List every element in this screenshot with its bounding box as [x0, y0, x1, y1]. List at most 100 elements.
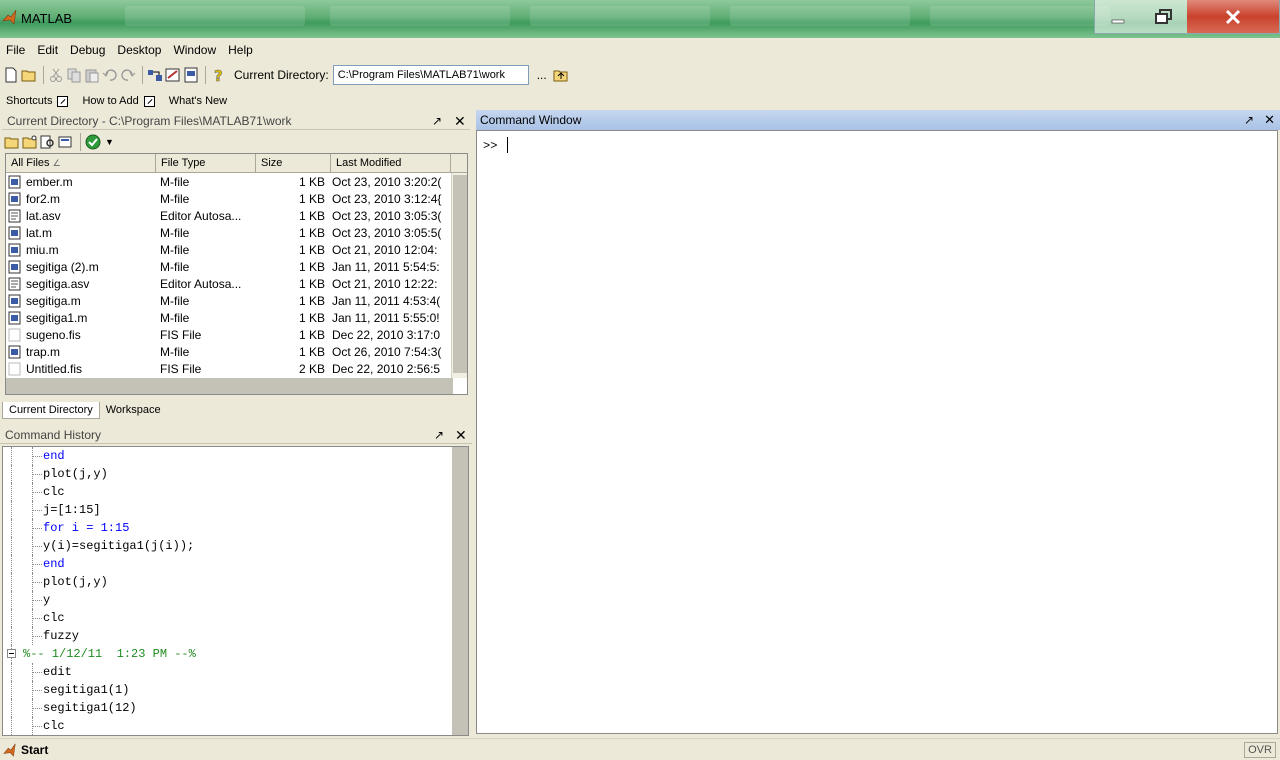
command-window-body[interactable]: >>: [476, 130, 1278, 734]
blank-file-icon: [8, 328, 21, 341]
background-tab: [530, 6, 710, 26]
history-entry[interactable]: edit: [3, 663, 468, 681]
column-header-label: All Files: [11, 157, 50, 169]
column-header-type[interactable]: File Type: [156, 154, 256, 172]
close-panel-icon[interactable]: ✕: [455, 427, 467, 444]
maximize-button[interactable]: [1141, 0, 1187, 33]
history-entry[interactable]: clc: [3, 717, 468, 735]
table-row[interactable]: miu.m M-file 1 KB Oct 21, 2010 12:04:: [6, 241, 467, 258]
find-files-icon[interactable]: [40, 134, 56, 150]
menu-file[interactable]: File: [6, 43, 25, 57]
toolbar-separator: [205, 66, 206, 84]
file-modified-cell: Oct 21, 2010 12:22:: [332, 276, 438, 291]
dropdown-arrow-icon[interactable]: ▼: [105, 137, 114, 147]
table-row[interactable]: lat.asv Editor Autosa... 1 KB Oct 23, 2010 …: [6, 207, 467, 224]
table-row[interactable]: for2.m M-file 1 KB Oct 23, 2010 3:12:4{: [6, 190, 467, 207]
table-row[interactable]: segitiga (2).m M-file 1 KB Jan 11, 2011 5:5…: [6, 258, 467, 275]
tab-current-directory[interactable]: Current Directory: [2, 401, 100, 419]
new-file-icon[interactable]: [3, 67, 19, 83]
table-row[interactable]: ember.m M-file 1 KB Oct 23, 2010 3:20:2(: [6, 173, 467, 190]
undock-icon[interactable]: ↗: [1244, 113, 1254, 127]
file-table-vertical-scrollbar[interactable]: [451, 173, 467, 378]
history-entry[interactable]: end: [3, 555, 468, 573]
file-type-cell: FIS File: [160, 361, 202, 376]
table-row[interactable]: segitiga.asv Editor Autosa... 1 KB Oct 21, …: [6, 275, 467, 292]
column-header-name[interactable]: All Files ∠: [6, 154, 156, 172]
paste-icon[interactable]: [84, 67, 100, 83]
tree-branch: [32, 708, 42, 709]
history-text: j=[1:15]: [43, 503, 101, 517]
redo-icon[interactable]: [120, 67, 136, 83]
close-panel-icon[interactable]: ✕: [454, 113, 466, 130]
reports-icon[interactable]: [58, 134, 74, 150]
file-table-horizontal-scrollbar[interactable]: [6, 378, 453, 394]
command-history-scrollbar[interactable]: [452, 447, 468, 735]
history-entry[interactable]: y(i)=segitiga1(j(i));: [3, 537, 468, 555]
table-row[interactable]: Untitled.fis FIS File 2 KB Dec 22, 2010 2:5…: [6, 360, 467, 377]
current-directory-input[interactable]: [332, 65, 529, 85]
menu-help[interactable]: Help: [228, 43, 253, 57]
table-row[interactable]: trap.m M-file 1 KB Oct 26, 2010 7:54:3(: [6, 343, 467, 360]
table-row[interactable]: segitiga.m M-file 1 KB Jan 11, 2011 4:53:4(: [6, 292, 467, 309]
history-entry[interactable]: clc: [3, 483, 468, 501]
check-icon[interactable]: [85, 134, 101, 150]
history-entry[interactable]: for i = 1:15: [3, 519, 468, 537]
undock-icon[interactable]: ↗: [434, 428, 444, 442]
file-name: ember.m: [26, 174, 73, 189]
open-folder-icon[interactable]: [21, 67, 37, 83]
profiler-icon[interactable]: [183, 67, 199, 83]
tree-branch: [32, 672, 42, 673]
history-entry[interactable]: clc: [3, 609, 468, 627]
scrollbar-thumb[interactable]: [453, 175, 467, 373]
history-entry[interactable]: plot(j,y): [3, 465, 468, 483]
history-entry[interactable]: plot(j,y): [3, 573, 468, 591]
undo-icon[interactable]: [102, 67, 118, 83]
history-session-marker[interactable]: %-- 1/12/11 1:23 PM --%: [3, 645, 468, 663]
history-entry[interactable]: segitiga1(1): [3, 681, 468, 699]
close-panel-icon[interactable]: ✕: [1264, 112, 1275, 128]
shortcut-whats-new[interactable]: What's New: [169, 95, 227, 107]
minimize-button[interactable]: [1095, 0, 1141, 33]
up-folder-icon[interactable]: [4, 134, 20, 150]
cut-icon[interactable]: [48, 67, 64, 83]
table-row[interactable]: sugeno.fis FIS File 1 KB Dec 22, 2010 3:17:…: [6, 326, 467, 343]
file-name-cell: segitiga1.m: [6, 311, 156, 325]
shortcut-how-to-add[interactable]: How to Add: [82, 95, 160, 107]
history-entry[interactable]: y: [3, 591, 468, 609]
help-icon[interactable]: ?: [210, 67, 226, 83]
new-folder-icon[interactable]: [22, 134, 38, 150]
history-entry[interactable]: segitiga1(12): [3, 699, 468, 717]
file-name: for2.m: [26, 191, 61, 206]
file-name: sugeno.fis: [26, 327, 81, 342]
menu-window[interactable]: Window: [173, 43, 216, 57]
column-header-modified[interactable]: Last Modified: [331, 154, 451, 172]
simulink-icon[interactable]: [147, 67, 163, 83]
column-header-size[interactable]: Size: [256, 154, 331, 172]
menu-debug[interactable]: Debug: [70, 43, 105, 57]
guide-icon[interactable]: [165, 67, 181, 83]
copy-icon[interactable]: [66, 67, 82, 83]
start-button[interactable]: Start: [2, 743, 48, 757]
close-button[interactable]: [1187, 0, 1279, 33]
tree-line: [11, 627, 12, 645]
table-row[interactable]: lat.m M-file 1 KB Oct 23, 2010 3:05:5(: [6, 224, 467, 241]
menu-edit[interactable]: Edit: [37, 43, 58, 57]
history-entry[interactable]: end: [3, 447, 468, 465]
table-row[interactable]: segitiga1.m M-file 1 KB Jan 11, 2011 5:55:0…: [6, 309, 467, 326]
tab-workspace[interactable]: Workspace: [100, 402, 167, 418]
history-entry[interactable]: fuzzy: [3, 627, 468, 645]
browse-button[interactable]: ...: [537, 68, 547, 82]
toolbar: ? Current Directory: ...: [0, 63, 1280, 87]
menu-desktop[interactable]: Desktop: [117, 43, 161, 57]
background-tab: [930, 6, 1110, 26]
collapse-icon[interactable]: [7, 649, 16, 658]
history-entry[interactable]: j=[1:15]: [3, 501, 468, 519]
matlab-logo-icon: [2, 9, 17, 25]
undock-icon[interactable]: ↗: [432, 114, 442, 128]
file-name-cell: for2.m: [6, 192, 156, 206]
parent-folder-icon[interactable]: [553, 67, 569, 83]
tree-line: [11, 681, 12, 699]
shortcuts-label: Shortcuts: [6, 95, 53, 107]
tree-branch: [32, 456, 42, 457]
shortcuts-label-item[interactable]: Shortcuts: [6, 95, 74, 107]
